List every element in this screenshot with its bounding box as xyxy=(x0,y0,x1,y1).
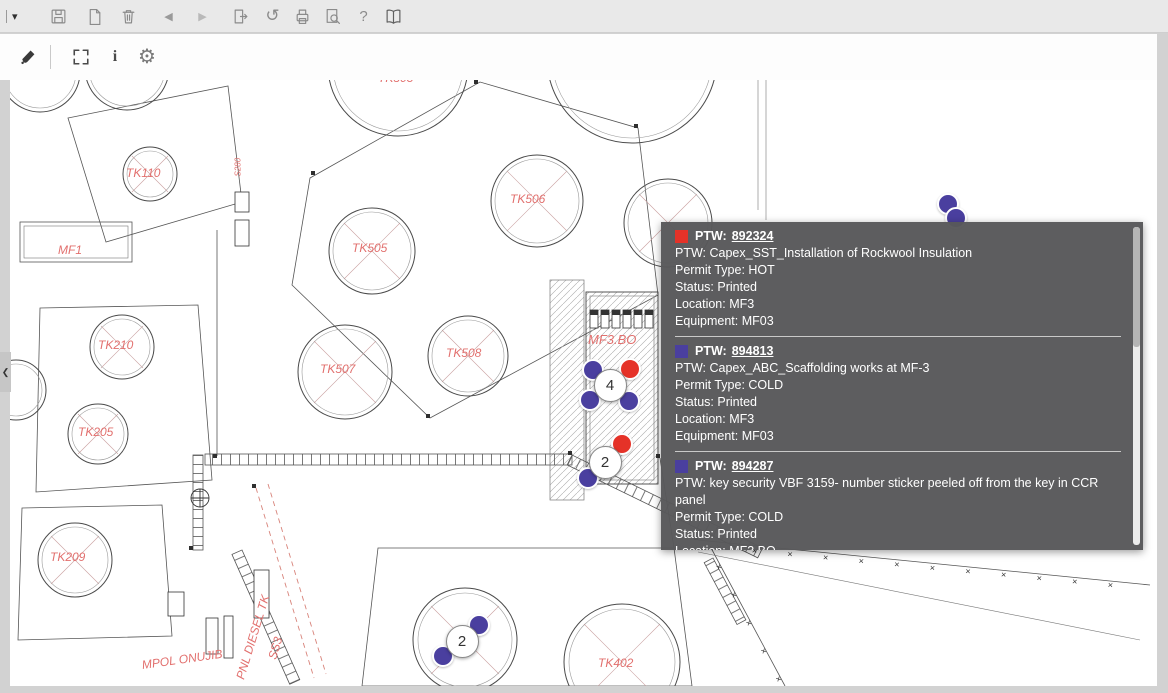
map-label-tk505: TK505 xyxy=(352,241,387,255)
export-icon[interactable] xyxy=(230,4,252,28)
ptw-number-link[interactable]: 894287 xyxy=(732,458,774,475)
main-toolbar: ▾ ◀ ▶ ↺ ? xyxy=(0,0,1168,33)
tank-tk402 xyxy=(564,604,680,686)
ptw-number-link[interactable]: 894813 xyxy=(732,343,774,360)
collapse-panel-handle[interactable]: ❮ xyxy=(0,352,11,392)
ptw-description: PTW: Capex_SST_Installation of Rockwool … xyxy=(675,245,1121,262)
ptw-entry: PTW: 894287 PTW: key security VBF 3159- … xyxy=(675,458,1121,550)
print-icon[interactable] xyxy=(292,4,314,28)
ptw-description: PTW: Capex_ABC_Scaffolding works at MF-3 xyxy=(675,360,1121,377)
tank-tk503 xyxy=(328,80,468,136)
map-label-s280: S280 xyxy=(234,158,243,177)
back-icon[interactable]: ◀ xyxy=(158,4,180,28)
vertical-scrollbar[interactable] xyxy=(1157,34,1168,693)
ptw-permit-type: Permit Type: COLD xyxy=(675,377,1121,394)
ptw-equipment: Equipment: MF03 xyxy=(675,313,1121,330)
permit-type-badge xyxy=(675,230,688,243)
ptw-status: Status: Printed xyxy=(675,279,1121,296)
save-icon[interactable] xyxy=(48,4,70,28)
map-label-tk110: TK110 xyxy=(126,166,160,180)
map-label-mf1: MF1 xyxy=(58,243,82,257)
forward-icon[interactable]: ▶ xyxy=(192,4,214,28)
ptw-permit-type: Permit Type: COLD xyxy=(675,509,1121,526)
info-icon[interactable]: i xyxy=(101,43,129,71)
horizontal-scrollbar[interactable] xyxy=(0,686,1168,693)
view-toolbar: i ⚙ xyxy=(0,34,1157,80)
ptw-tooltip: PTW: 892324 PTW: Capex_SST_Installation … xyxy=(661,222,1143,550)
ptw-location: Location: MF3 xyxy=(675,411,1121,428)
ptw-status: Status: Printed xyxy=(675,526,1121,543)
ptw-location: Location: MF3 xyxy=(675,296,1121,313)
toolbar-divider xyxy=(50,45,51,69)
ptw-description: PTW: key security VBF 3159- number stick… xyxy=(675,475,1121,509)
map-label-tk507: TK507 xyxy=(320,362,355,376)
cluster-count[interactable]: 2 xyxy=(446,625,479,658)
ptw-entry: PTW: 892324 PTW: Capex_SST_Installation … xyxy=(675,228,1121,330)
ptw-label: PTW: xyxy=(695,343,727,360)
ptw-label: PTW: xyxy=(695,458,727,475)
fit-screen-icon[interactable] xyxy=(67,43,95,71)
tooltip-separator xyxy=(675,336,1121,337)
ptw-label: PTW: xyxy=(695,228,727,245)
permit-type-badge xyxy=(675,345,688,358)
map-label-tk205: TK205 xyxy=(78,425,113,439)
undo-icon[interactable]: ↺ xyxy=(262,4,284,28)
map-label-mf3bo: MF3.BO xyxy=(588,332,636,347)
ptw-status: Status: Printed xyxy=(675,394,1121,411)
search-document-icon[interactable] xyxy=(322,4,344,28)
cluster-count[interactable]: 2 xyxy=(589,446,622,479)
cluster-count[interactable]: 4 xyxy=(594,369,627,402)
ptw-permit-type: Permit Type: HOT xyxy=(675,262,1121,279)
delete-icon[interactable] xyxy=(118,4,140,28)
ptw-number-link[interactable]: 892324 xyxy=(732,228,774,245)
style-brush-icon[interactable] xyxy=(14,43,42,71)
tooltip-separator xyxy=(675,451,1121,452)
legend-book-icon[interactable] xyxy=(383,4,405,28)
svg-text:× × × × ×: × × × × × xyxy=(713,562,790,686)
ptw-equipment: Equipment: MF03 xyxy=(675,428,1121,445)
map-label-tk503: TK503 xyxy=(378,80,413,85)
permit-type-badge xyxy=(675,460,688,473)
help-icon[interactable]: ? xyxy=(353,4,375,28)
map-label-tk508: TK508 xyxy=(446,346,481,360)
map-label-tk210: TK210 xyxy=(98,338,133,352)
tooltip-scrollbar-thumb[interactable] xyxy=(1133,227,1140,347)
map-label-tk506: TK506 xyxy=(510,192,545,206)
tooltip-scrollbar[interactable] xyxy=(1133,227,1140,545)
ptw-entry: PTW: 894813 PTW: Capex_ABC_Scaffolding w… xyxy=(675,343,1121,445)
map-label-tk209: TK209 xyxy=(50,550,85,564)
app-window: ▾ ◀ ▶ ↺ ? xyxy=(0,0,1168,693)
settings-gear-icon[interactable]: ⚙ xyxy=(133,43,161,71)
menu-caret-icon[interactable]: ▾ xyxy=(6,10,18,23)
map-label-tk402: TK402 xyxy=(598,656,633,670)
ptw-location: Location: MF3.BO xyxy=(675,543,1121,550)
new-document-icon[interactable] xyxy=(84,4,106,28)
